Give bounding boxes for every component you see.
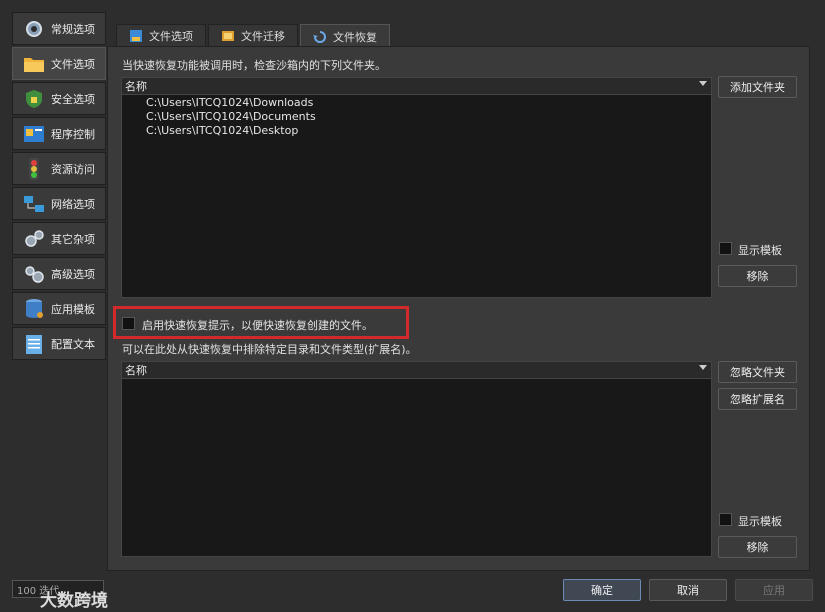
sidebar-item-advanced[interactable]: 高级选项 bbox=[12, 257, 106, 290]
list-item[interactable]: C:\Users\ITCQ1024\Desktop bbox=[122, 124, 711, 138]
sidebar-item-misc[interactable]: 其它杂项 bbox=[12, 222, 106, 255]
show-templates-label: 显示模板 bbox=[738, 515, 782, 528]
gears-icon bbox=[23, 228, 45, 250]
sidebar-item-config-text[interactable]: 配置文本 bbox=[12, 327, 106, 360]
sidebar-item-label: 应用模板 bbox=[51, 302, 95, 316]
tab-label: 文件迁移 bbox=[241, 30, 285, 43]
sidebar-item-label: 程序控制 bbox=[51, 127, 95, 141]
ignore-extension-button[interactable]: 忽略扩展名 bbox=[718, 388, 797, 410]
gear-icon bbox=[23, 18, 45, 40]
tab-label: 文件选项 bbox=[149, 30, 193, 43]
notepad-icon bbox=[23, 333, 45, 355]
sidebar-item-label: 常规选项 bbox=[51, 22, 95, 36]
tab-file-recovery[interactable]: 文件恢复 bbox=[300, 24, 390, 48]
list-item[interactable]: C:\Users\ITCQ1024\Downloads bbox=[122, 96, 711, 110]
folder-icon bbox=[23, 53, 45, 75]
show-templates-label: 显示模板 bbox=[738, 244, 782, 257]
sidebar-item-label: 配置文本 bbox=[51, 337, 95, 351]
list-header-label: 名称 bbox=[125, 80, 147, 93]
exclude-list[interactable]: 名称 bbox=[121, 361, 712, 557]
sidebar-item-resource-access[interactable]: 资源访问 bbox=[12, 152, 106, 185]
tab-label: 文件恢复 bbox=[333, 30, 377, 44]
sidebar-item-label: 安全选项 bbox=[51, 92, 95, 106]
program-icon bbox=[23, 123, 45, 145]
list-item[interactable]: C:\Users\ITCQ1024\Documents bbox=[122, 110, 711, 124]
recovery-folder-list[interactable]: 名称 C:\Users\ITCQ1024\Downloads C:\Users\… bbox=[121, 77, 712, 298]
remove-button[interactable]: 移除 bbox=[718, 536, 797, 558]
add-folder-button[interactable]: 添加文件夹 bbox=[718, 76, 797, 98]
sidebar-item-templates[interactable]: 应用模板 bbox=[12, 292, 106, 325]
database-icon bbox=[23, 298, 45, 320]
chevron-down-icon[interactable] bbox=[699, 365, 707, 370]
sidebar-item-security[interactable]: 安全选项 bbox=[12, 82, 106, 115]
sidebar: 常规选项 文件选项 安全选项 程序控制 资源访问 网络选项 其它杂项 高级选项 … bbox=[12, 12, 106, 362]
sidebar-item-label: 文件选项 bbox=[51, 57, 95, 71]
apply-button[interactable]: 应用 bbox=[735, 579, 813, 601]
sidebar-item-label: 网络选项 bbox=[51, 197, 95, 211]
sidebar-item-label: 高级选项 bbox=[51, 267, 95, 281]
sidebar-item-program-control[interactable]: 程序控制 bbox=[12, 117, 106, 150]
cancel-button[interactable]: 取消 bbox=[649, 579, 727, 601]
advanced-gears-icon bbox=[23, 263, 45, 285]
exclude-description: 可以在此处从快速恢复中排除特定目录和文件类型(扩展名)。 bbox=[122, 343, 417, 356]
list-header-name[interactable]: 名称 bbox=[122, 362, 711, 379]
tab-bar: 文件选项 文件迁移 文件恢复 bbox=[116, 24, 392, 48]
highlight-box bbox=[113, 306, 409, 339]
file-recovery-icon bbox=[313, 30, 327, 44]
sidebar-item-label: 其它杂项 bbox=[51, 232, 95, 246]
list-header-label: 名称 bbox=[125, 364, 147, 377]
tab-file-options[interactable]: 文件选项 bbox=[116, 24, 206, 47]
watermark-text: 大数跨境 bbox=[40, 591, 108, 611]
file-options-icon bbox=[129, 29, 143, 43]
ignore-folder-button[interactable]: 忽略文件夹 bbox=[718, 361, 797, 383]
shield-icon bbox=[23, 88, 45, 110]
recovery-description: 当快速恢复功能被调用时，检查沙箱内的下列文件夹。 bbox=[122, 59, 386, 72]
file-migration-icon bbox=[221, 29, 235, 43]
chevron-down-icon[interactable] bbox=[699, 81, 707, 86]
show-templates-checkbox[interactable] bbox=[719, 242, 732, 255]
list-header-name[interactable]: 名称 bbox=[122, 78, 711, 95]
remove-button[interactable]: 移除 bbox=[718, 265, 797, 287]
sidebar-item-label: 资源访问 bbox=[51, 162, 95, 176]
sidebar-item-network[interactable]: 网络选项 bbox=[12, 187, 106, 220]
show-templates-checkbox[interactable] bbox=[719, 513, 732, 526]
traffic-light-icon bbox=[23, 157, 45, 180]
sidebar-item-general[interactable]: 常规选项 bbox=[12, 12, 106, 45]
sidebar-item-file-options[interactable]: 文件选项 bbox=[12, 47, 106, 80]
tab-file-migration[interactable]: 文件迁移 bbox=[208, 24, 298, 47]
ok-button[interactable]: 确定 bbox=[563, 579, 641, 601]
network-icon bbox=[23, 193, 45, 215]
